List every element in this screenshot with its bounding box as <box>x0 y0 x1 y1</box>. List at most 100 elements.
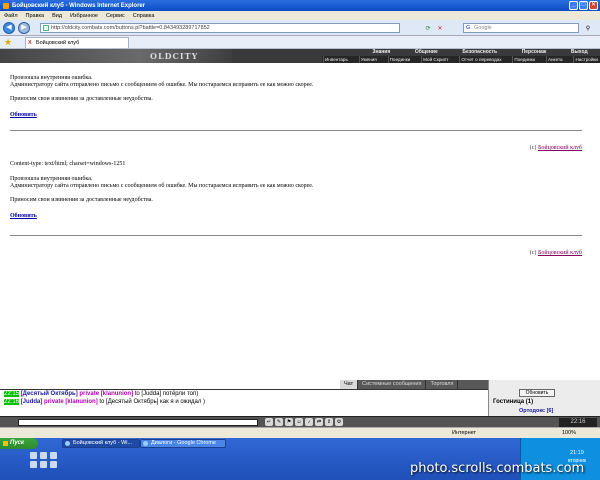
tab-active[interactable]: X Бойцовский клуб <box>25 37 129 48</box>
maximize-button[interactable]: □ <box>579 1 588 10</box>
clear-icon[interactable]: ✎ <box>275 418 283 426</box>
tab-bar: ★ X Бойцовский клуб <box>0 36 600 49</box>
nav-skills[interactable]: Умения <box>358 56 378 63</box>
window-titlebar: Бойцовский клуб - Windows Internet Explo… <box>0 0 600 11</box>
tab-chat[interactable]: Чат <box>340 380 359 389</box>
online-refresh-button[interactable]: Обновить <box>519 389 555 397</box>
window-title: Бойцовский клуб - Windows Internet Explo… <box>12 2 146 9</box>
menu-view[interactable]: Вид <box>52 13 62 19</box>
error-detail: Администратору сайта отправлено письмо с… <box>10 82 314 88</box>
quicklaunch-icon[interactable] <box>50 452 57 459</box>
game-nav-top: Знания Общение Безопасность Персонаж Вых… <box>360 49 600 56</box>
favorites-star-icon[interactable]: ★ <box>4 37 14 47</box>
chat-log: 22:15 [Десятый Октябрь] private [klanuni… <box>0 389 488 416</box>
chat-private-tag[interactable]: private [klanunion] <box>44 399 98 405</box>
error-apology: Приносим свои извинения за доставленные … <box>10 197 153 203</box>
task-label: Диалоги - Google Chrome <box>151 440 216 446</box>
search-input[interactable]: G Google <box>463 23 579 33</box>
start-button[interactable]: Пуск <box>0 438 38 449</box>
nav-profile[interactable]: Анкета <box>545 56 564 63</box>
nav-settings[interactable]: Настройки <box>573 56 599 63</box>
game-nav-bottom: Инвентарь Умения Поединки Мой Скрипт Отч… <box>322 56 600 63</box>
chat-sender[interactable]: [Десятый Октябрь] <box>21 391 78 397</box>
nav-knowledge[interactable]: Знания <box>372 49 390 56</box>
back-button[interactable]: ◀ <box>3 21 15 34</box>
window-controls: _ □ × <box>569 1 598 10</box>
game-header: OLDCITY Знания Общение Безопасность Перс… <box>0 49 600 63</box>
tab-close-icon[interactable]: X <box>28 38 32 48</box>
quicklaunch-icon[interactable] <box>30 452 37 459</box>
online-user[interactable]: Ортодокс [6] <box>519 408 553 414</box>
chat-sender[interactable]: [Judda] <box>21 399 43 405</box>
chat-message: 22:16 [Judda] private [klanunion] to [Де… <box>0 398 488 406</box>
forward-button[interactable]: ▶ <box>18 21 30 34</box>
nav-security[interactable]: Безопасность <box>462 49 497 56</box>
task-chrome[interactable]: Диалоги - Google Chrome <box>140 439 226 448</box>
tab-trade[interactable]: Торговля <box>426 380 459 389</box>
nav-fights-2[interactable]: Поединки <box>512 56 536 63</box>
menu-file[interactable]: Файл <box>4 13 18 19</box>
online-panel: Обновить Гостиница (1) Ортодокс [6] <box>488 380 600 416</box>
copyright-prefix: (c) <box>529 145 537 151</box>
page-content: Произошла внутренняя ошибка. Администрат… <box>0 63 600 380</box>
club-link[interactable]: Бойцовский клуб <box>538 250 582 256</box>
tab-system-messages[interactable]: Системные сообщения <box>358 380 427 389</box>
address-input[interactable]: http://oldcity.combats.com/buttons.pl?ba… <box>40 23 400 33</box>
nav-fights[interactable]: Поединки <box>387 56 412 63</box>
minimize-button[interactable]: _ <box>569 1 578 10</box>
tab-label: Бойцовский клуб <box>36 40 80 46</box>
send-icon[interactable]: ↵ <box>265 418 273 426</box>
stop-icon[interactable]: ✕ <box>436 25 444 33</box>
chat-input[interactable] <box>18 419 258 426</box>
copyright: (c) Бойцовский клуб <box>530 250 582 256</box>
menu-help[interactable]: Справка <box>133 13 155 19</box>
error-message-1: Произошла внутренняя ошибка. Администрат… <box>10 75 582 119</box>
quick-launch <box>30 452 58 468</box>
ie-statusbar: Интернет 100% <box>0 427 600 438</box>
chat-private-tag[interactable]: private [klanunion] <box>79 391 133 397</box>
chat-toolbar: ↵ ✎ ⚑ ☺ ♪ ⇄ ⇕ ⚙ 22:16 <box>0 416 600 427</box>
chrome-icon <box>143 441 148 446</box>
error-detail: Администратору сайта отправлено письмо с… <box>10 183 314 189</box>
quicklaunch-icon[interactable] <box>40 461 47 468</box>
divider <box>10 235 582 236</box>
quicklaunch-icon[interactable] <box>50 461 57 468</box>
error-message-2: Content-type: text/html; charset=windows… <box>10 161 582 220</box>
smile-icon[interactable]: ☺ <box>295 418 303 426</box>
google-icon: G <box>466 25 471 31</box>
menu-tools[interactable]: Сервис <box>106 13 125 19</box>
nav-inventory[interactable]: Инвентарь <box>323 56 349 63</box>
filter-icon[interactable]: ⚑ <box>285 418 293 426</box>
search-placeholder: Google <box>474 25 492 31</box>
translit-icon[interactable]: ⇄ <box>315 418 323 426</box>
nav-my-script[interactable]: Мой Скрипт <box>421 56 449 63</box>
address-url: http://oldcity.combats.com/buttons.pl?ba… <box>51 25 210 31</box>
quicklaunch-icon[interactable] <box>40 452 47 459</box>
ie-icon <box>3 2 9 9</box>
address-toolbar: ◀ ▶ http://oldcity.combats.com/buttons.p… <box>0 20 600 36</box>
refresh-link[interactable]: Обновить <box>10 112 37 118</box>
nav-exit[interactable]: Выход <box>571 49 588 56</box>
game-clock: 22:16 <box>559 418 597 427</box>
chat-tabs: Чат Системные сообщения Торговля <box>340 380 492 389</box>
close-button[interactable]: × <box>589 1 598 10</box>
menu-favorites[interactable]: Избранное <box>70 13 98 19</box>
watermark: photo.scrolls.combats.com <box>410 461 585 476</box>
tray-clock[interactable]: 21:19 <box>570 450 584 456</box>
menu-edit[interactable]: Правка <box>26 13 45 19</box>
refresh-icon[interactable]: ⟳ <box>424 25 432 33</box>
search-icon[interactable]: ⚲ <box>584 25 592 33</box>
refresh-link[interactable]: Обновить <box>10 213 37 219</box>
sound-icon[interactable]: ♪ <box>305 418 313 426</box>
task-ie[interactable]: Бойцовский клуб - Wi... <box>62 439 140 448</box>
task-label: Бойцовский клуб - Wi... <box>73 440 133 446</box>
nav-communication[interactable]: Общение <box>415 49 438 56</box>
nav-character[interactable]: Персонаж <box>522 49 547 56</box>
club-link[interactable]: Бойцовский клуб <box>538 145 582 151</box>
settings-icon[interactable]: ⚙ <box>335 418 343 426</box>
quicklaunch-icon[interactable] <box>30 461 37 468</box>
nav-transfer-report[interactable]: Отчет о переводах <box>459 56 502 63</box>
zoom-level[interactable]: 100% <box>562 428 576 438</box>
error-title: Произошла внутренняя ошибка. <box>10 75 93 81</box>
scroll-icon[interactable]: ⇕ <box>325 418 333 426</box>
